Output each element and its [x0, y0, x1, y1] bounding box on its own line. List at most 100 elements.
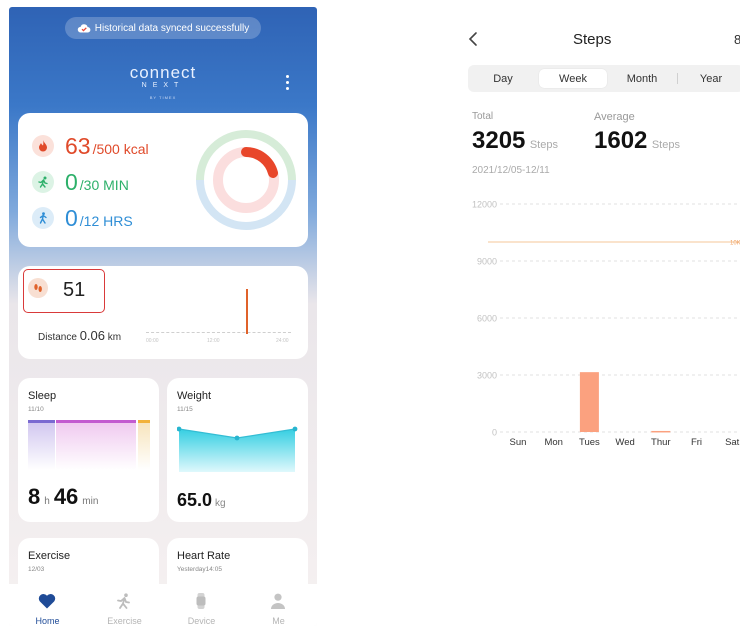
average-value: 1602 [594, 127, 648, 154]
tab-device-label: Device [187, 616, 216, 626]
mini-tick-mid: 12:00 [207, 338, 220, 344]
sleep-duration: 8 h 46 min [28, 484, 102, 510]
tab-exercise-label: Exercise [107, 616, 142, 626]
exercise-minutes-goal: /30 MIN [79, 177, 129, 193]
sleep-title: Sleep [28, 390, 57, 402]
watch-icon [196, 593, 206, 609]
y-tick-label: 9000 [477, 257, 497, 267]
heart-icon [38, 594, 56, 609]
sleep-minutes: 46 [53, 484, 79, 509]
exercise-minutes-row: 0 /30 MIN [32, 169, 129, 196]
sync-status-text: Historical data synced successfully [94, 22, 250, 34]
back-arrow-icon[interactable] [468, 31, 478, 47]
day-bar [579, 372, 599, 432]
sleep-minutes-unit: min [82, 496, 99, 507]
weight-trend-chart [177, 426, 298, 472]
steps-detail-screen: Steps 8 Day Week Month Year Total 3205 S… [458, 7, 740, 626]
more-options-icon[interactable]: 8 [734, 32, 740, 47]
total-unit: Steps [529, 139, 558, 151]
segment-year[interactable]: Year [678, 69, 740, 88]
total-value: 3205 [472, 127, 526, 154]
cloud-check-icon [77, 24, 91, 33]
bottom-tab-bar: Home Exercise Device Me [9, 584, 317, 626]
running-icon [32, 171, 54, 193]
sleep-stage-chart [28, 420, 150, 470]
date-range: 2021/12/05-12/11 [472, 165, 550, 176]
stand-hours-value: 0 [65, 205, 78, 231]
weight-card[interactable]: Weight 11/15 65.0 kg [167, 378, 308, 522]
tab-home-label: Home [35, 616, 60, 626]
y-tick-label: 3000 [477, 371, 497, 381]
exercise-minutes-value: 0 [65, 169, 78, 195]
app-logo-byline: BY TIMEX [149, 95, 177, 100]
weight-value: 65.0 [177, 490, 213, 510]
y-tick-label: 6000 [477, 314, 497, 324]
x-tick-label: Thur [651, 437, 671, 448]
calories-value: 63 [65, 133, 91, 159]
average-unit: Steps [651, 139, 680, 151]
weight-title: Weight [177, 390, 212, 402]
calories-goal: /500 kcal [92, 141, 149, 157]
sleep-date: 11/10 [28, 406, 44, 413]
sleep-card[interactable]: Sleep 11/10 8 h 46 min [18, 378, 159, 522]
sleep-hours: 8 [28, 484, 41, 509]
heart-rate-title: Heart Rate [177, 550, 231, 562]
home-screen: Historical data synced successfully conn… [9, 7, 317, 626]
distance-text: Distance 0.06 km [38, 328, 121, 343]
calories-ring-progress [241, 147, 278, 178]
average-label: Average [594, 111, 635, 123]
tab-device[interactable]: Device [163, 584, 240, 626]
sync-status-banner: Historical data synced successfully [65, 17, 261, 39]
exercise-title: Exercise [28, 550, 71, 562]
total-steps: 3205 Steps [472, 127, 558, 155]
total-label: Total [472, 111, 494, 122]
app-logo: connect [129, 63, 197, 82]
x-tick-label: Fri [691, 437, 702, 448]
tab-exercise[interactable]: Exercise [86, 584, 163, 626]
x-tick-label: Tues [579, 437, 600, 448]
x-tick-label: Wed [615, 437, 634, 448]
tab-me[interactable]: Me [240, 584, 317, 626]
period-segmented-control: Day Week Month Year [468, 65, 740, 92]
steps-card[interactable]: 51 Distance 0.06 km 00:00 12:00 24:00 [18, 266, 308, 359]
weight-unit: kg [215, 498, 226, 509]
exercise-date: 12/03 [28, 566, 45, 573]
calories-row: 63 /500 kcal [32, 133, 149, 160]
page-title: Steps [573, 31, 612, 48]
activity-card[interactable]: 63 /500 kcal 0 /30 MIN 0 /12 HRS [18, 113, 308, 247]
x-tick-label: Sun [510, 437, 527, 448]
weight-date: 11/15 [177, 406, 193, 413]
average-steps: 1602 Steps [594, 127, 680, 155]
sleep-hours-unit: h [44, 496, 50, 507]
distance-value: 0.06 [79, 328, 105, 343]
stand-hours-goal: /12 HRS [79, 213, 133, 229]
app-logo-sub: NEXT [141, 82, 185, 89]
walking-icon [32, 207, 54, 229]
activity-rings [196, 130, 296, 230]
tab-me-label: Me [272, 616, 285, 626]
more-menu-icon[interactable] [285, 75, 291, 95]
x-tick-label: Sat [725, 437, 740, 448]
distance-unit: km [107, 332, 122, 343]
segment-month[interactable]: Month [607, 69, 677, 88]
distance-label: Distance [38, 332, 77, 343]
weekly-steps-chart: 0 3000 6000 9000 12000 10K Sun Mon Tues Wed Thur Fr… [472, 200, 740, 448]
tab-home[interactable]: Home [9, 584, 86, 626]
stand-hours-row: 0 /12 HRS [32, 205, 133, 232]
footprint-icon [28, 278, 48, 298]
y-tick-label: 0 [492, 428, 497, 438]
steps-mini-chart-baseline [146, 332, 291, 333]
flame-icon [32, 135, 54, 157]
person-icon [271, 593, 285, 609]
x-tick-label: Mon [544, 437, 562, 448]
mini-tick-start: 00:00 [146, 338, 159, 344]
steps-mini-chart-bar [246, 289, 248, 334]
day-bar [651, 430, 671, 433]
segment-day[interactable]: Day [468, 69, 538, 88]
runner-icon [117, 593, 130, 609]
mini-tick-end: 24:00 [276, 338, 289, 344]
steps-value: 51 [63, 279, 86, 301]
segment-week[interactable]: Week [539, 69, 607, 88]
weight-reading: 65.0 kg [177, 490, 226, 511]
y-tick-label: 12000 [472, 200, 497, 210]
